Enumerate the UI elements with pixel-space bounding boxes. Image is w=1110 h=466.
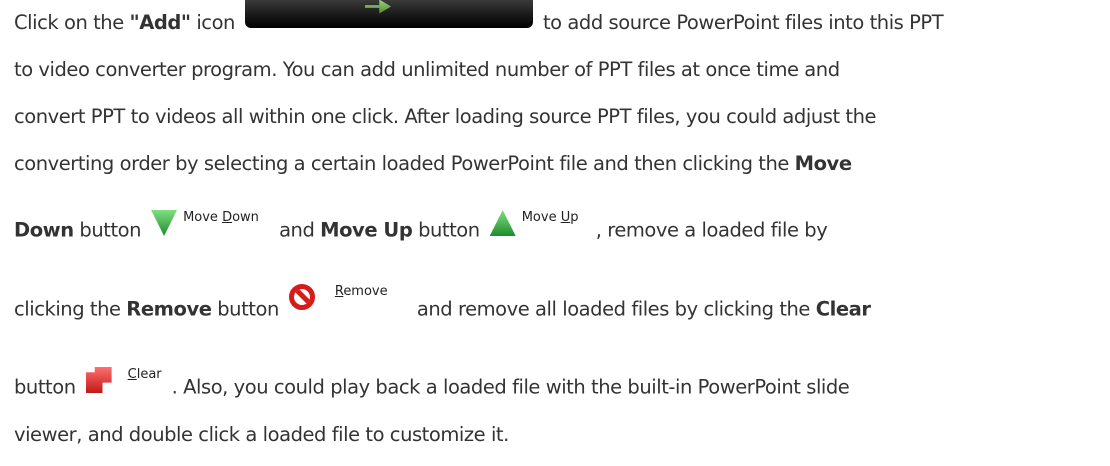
remove-button-image: Remove	[288, 282, 407, 318]
line-text: button	[73, 218, 142, 242]
line-text: clicking the	[14, 297, 127, 321]
line-text: button	[412, 218, 480, 242]
paragraph-line-8: viewer, and double click a loaded file t…	[14, 421, 509, 449]
clear-keyword: Clear	[815, 297, 871, 321]
move-down-label: Move Down	[183, 210, 259, 225]
paragraph-line-2: to video converter program. You can add …	[14, 56, 840, 84]
no-entry-icon	[288, 284, 315, 310]
remove-label: Remove	[334, 284, 388, 299]
line-text: Click on the	[14, 11, 130, 34]
paragraph-line-5: Down button Move Down and Move Up button Mo…	[14, 208, 828, 246]
line-text: to video converter program. You can add …	[14, 58, 840, 81]
line-text: icon	[190, 11, 235, 34]
down-keyword: Down	[14, 218, 74, 242]
paragraph-line-7: button Clear . Also, you could play back a…	[14, 365, 850, 403]
remove-keyword: Remove	[126, 297, 212, 321]
line-text: . Also, you could play back a loaded fil…	[171, 375, 850, 399]
add-button-image	[244, 0, 533, 28]
line-text: convert PPT to videos all within one cli…	[14, 105, 877, 128]
add-keyword: "Add"	[129, 11, 192, 34]
paragraph-line-3: convert PPT to videos all within one cli…	[14, 103, 876, 131]
line-text: button	[14, 375, 76, 399]
paragraph-line-6: clicking the Remove button Remove and remo…	[14, 282, 871, 328]
move-up-arrow-icon	[489, 210, 516, 236]
move-up-keyword: Move Up	[320, 218, 413, 242]
paragraph-line-1: Click on the "Add" icon to add source Pow…	[14, 0, 944, 38]
move-up-label: Move Up	[521, 210, 579, 225]
clear-label: Clear	[127, 367, 162, 382]
line-text: , remove a loaded file by	[595, 218, 828, 242]
line-text: viewer, and double click a loaded file t…	[14, 423, 509, 446]
move-down-button-image: Move Down	[151, 208, 270, 238]
move-keyword: Move	[794, 152, 852, 175]
line-text: converting order by selecting a certain …	[14, 152, 795, 175]
instruction-paragraph: Click on the "Add" icon to add source Pow…	[0, 0, 1110, 466]
line-text: button	[211, 297, 279, 321]
line-text: and remove all loaded files by clicking …	[416, 297, 816, 321]
move-up-button-image: Move Up	[489, 208, 586, 238]
add-arrow-icon	[364, 0, 391, 14]
line-text: and	[279, 218, 321, 242]
paragraph-line-4: converting order by selecting a certain …	[14, 150, 852, 178]
line-text: to add source PowerPoint files into this…	[542, 11, 944, 34]
clear-button-image: Clear	[85, 365, 162, 395]
move-down-arrow-icon	[151, 210, 178, 236]
clear-icon	[85, 367, 112, 393]
